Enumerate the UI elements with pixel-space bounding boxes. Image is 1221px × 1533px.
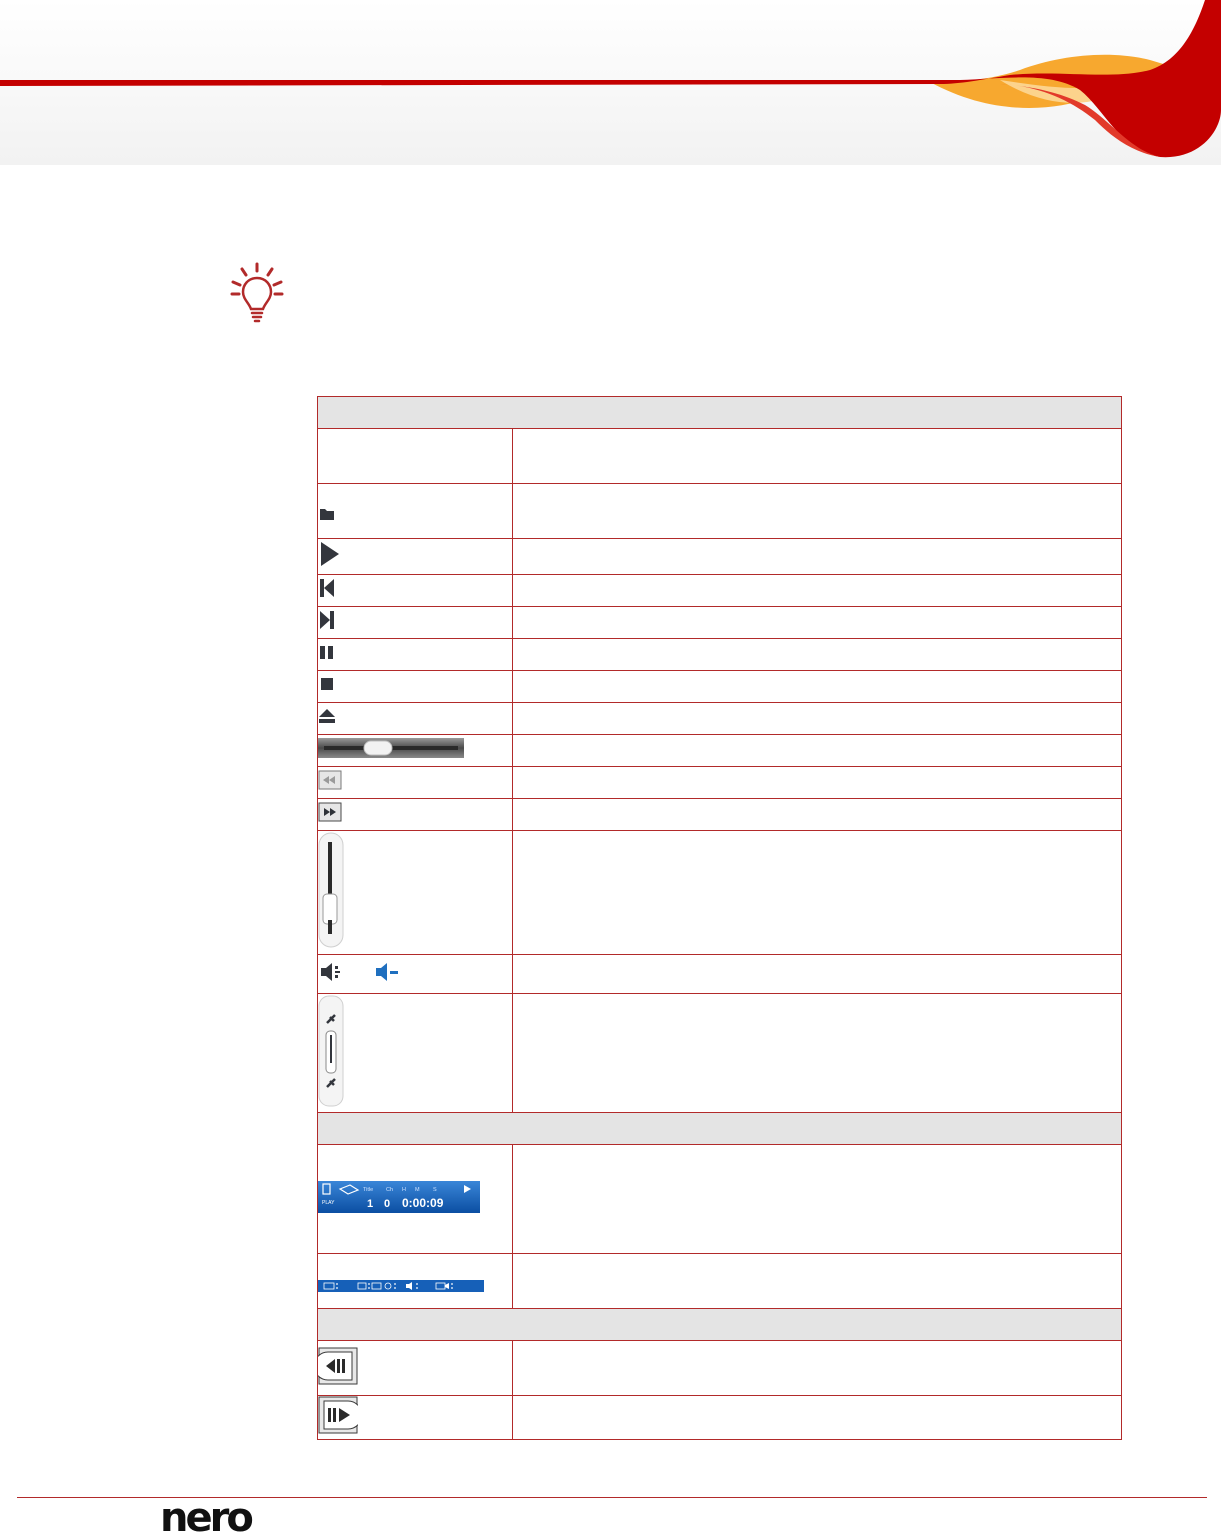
section-header — [317, 396, 1122, 429]
table-row — [317, 606, 1122, 639]
table-row: PLAY Title Ch H M S 1 0 0:00:09 — [317, 1144, 1122, 1254]
elapsed-time: 0:00:09 — [402, 1196, 444, 1210]
table-row — [317, 993, 1122, 1113]
icon-cell — [317, 993, 513, 1113]
nero-logo: nero — [160, 1497, 255, 1533]
description-cell — [512, 428, 1122, 484]
zoom-slider-icon[interactable] — [318, 995, 344, 1107]
table-row — [317, 428, 1122, 484]
lightbulb-icon — [230, 262, 284, 323]
play-icon[interactable] — [318, 541, 342, 567]
fast-forward-icon[interactable] — [318, 802, 342, 822]
table-row — [317, 954, 1122, 994]
table-row — [317, 1253, 1122, 1309]
table-row — [313, 1340, 1122, 1396]
table-row — [317, 483, 1122, 539]
icon-cell — [317, 1253, 513, 1309]
icon-cell — [317, 538, 513, 575]
controls-table: PLAY Title Ch H M S 1 0 0:00:09 — [313, 396, 1122, 1440]
chapter-number: 0 — [384, 1198, 390, 1210]
icon-cell — [317, 670, 513, 703]
title-number: 1 — [367, 1198, 373, 1210]
section-header — [317, 1112, 1122, 1145]
table-row — [317, 1395, 1122, 1440]
description-cell — [512, 1144, 1122, 1254]
previous-icon[interactable] — [318, 578, 336, 598]
pause-icon[interactable] — [318, 644, 336, 660]
icon-cell — [317, 428, 513, 484]
icon-cell — [317, 734, 513, 767]
stop-icon[interactable] — [318, 676, 336, 692]
table-row — [317, 830, 1122, 955]
icon-cell — [317, 954, 513, 994]
description-cell — [512, 993, 1122, 1113]
rewind-icon[interactable] — [318, 770, 342, 790]
table-row — [317, 670, 1122, 703]
description-cell — [512, 766, 1122, 799]
description-cell — [512, 798, 1122, 831]
label-seconds: S — [433, 1187, 437, 1193]
description-cell — [512, 638, 1122, 671]
description-cell — [512, 1253, 1122, 1309]
description-cell — [512, 574, 1122, 607]
position-slider-icon[interactable] — [318, 736, 464, 760]
label-hours: H — [402, 1187, 406, 1193]
description-cell — [512, 670, 1122, 703]
mute-icon[interactable] — [373, 960, 401, 984]
label-title: Title — [363, 1187, 373, 1193]
icon-cell — [317, 1395, 513, 1440]
table-row — [317, 734, 1122, 767]
icon-cell — [317, 638, 513, 671]
description-cell — [512, 483, 1122, 539]
playback-status-display: PLAY Title Ch H M S 1 0 0:00:09 — [318, 1180, 480, 1213]
icon-cell — [317, 483, 513, 539]
icon-cell — [317, 574, 513, 607]
icon-cell — [317, 766, 513, 799]
description-cell — [512, 1340, 1122, 1396]
table-row — [317, 702, 1122, 735]
table-row — [317, 766, 1122, 799]
description-cell — [512, 1395, 1122, 1440]
table-row — [317, 574, 1122, 607]
logo-text: nero — [160, 1497, 252, 1533]
volume-slider-icon[interactable] — [318, 832, 344, 948]
table-row — [317, 538, 1122, 575]
svg-text:PLAY: PLAY — [322, 1200, 335, 1206]
volume-icon[interactable] — [318, 960, 344, 984]
description-cell — [512, 830, 1122, 955]
label-chapter: Ch — [386, 1187, 393, 1193]
icon-cell — [313, 1340, 513, 1396]
description-cell — [512, 538, 1122, 575]
icon-cell — [317, 830, 513, 955]
description-cell — [512, 734, 1122, 767]
icon-cell — [317, 702, 513, 735]
icon-cell: PLAY Title Ch H M S 1 0 0:00:09 — [317, 1144, 513, 1254]
next-icon[interactable] — [318, 610, 336, 630]
table-row — [317, 798, 1122, 831]
table-row — [317, 638, 1122, 671]
description-cell — [512, 606, 1122, 639]
info-bar-display — [318, 1279, 484, 1292]
step-forward-icon[interactable] — [318, 1396, 363, 1434]
header-swoosh — [0, 0, 1221, 165]
icon-cell — [317, 798, 513, 831]
step-backward-icon[interactable] — [313, 1347, 358, 1385]
description-cell — [512, 702, 1122, 735]
section-header — [317, 1308, 1122, 1341]
icon-cell — [317, 606, 513, 639]
label-minutes: M — [415, 1187, 420, 1193]
folder-icon[interactable] — [318, 506, 336, 522]
eject-icon[interactable] — [318, 707, 336, 725]
description-cell — [512, 954, 1122, 994]
